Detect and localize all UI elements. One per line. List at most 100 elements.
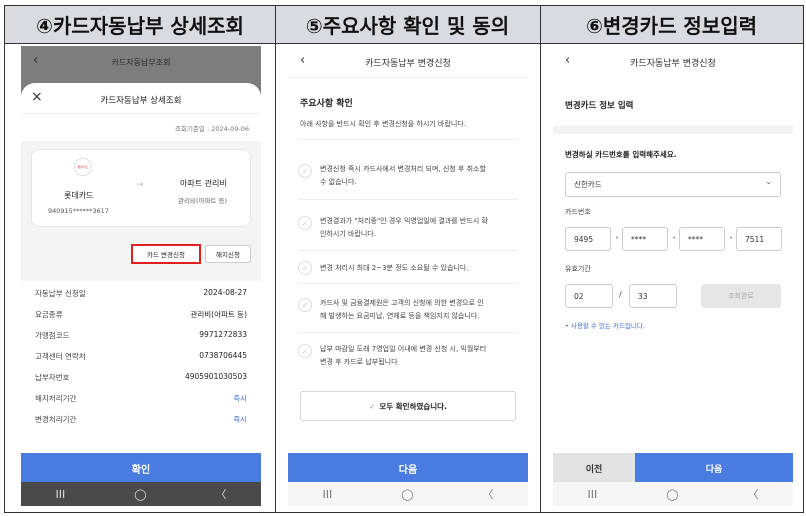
card-company-select[interactable]: 신한카드 ›: [565, 172, 781, 197]
divider: [21, 113, 261, 114]
card-number-field-3[interactable]: ****: [679, 227, 725, 251]
top-title: 카드자동납부 변경신청: [630, 58, 716, 69]
confirm-all-button[interactable]: ✓ 모두 확인하였습니다.: [300, 391, 516, 421]
back-icon[interactable]: ‹: [565, 53, 570, 68]
item-text: 변경결과가 "처리중"인 경우 익영업일에 결과를 반드시 확: [320, 217, 488, 225]
divider: [298, 250, 518, 251]
top-bar: ‹ 카드자동납부 변경신청: [553, 46, 793, 78]
item-text: 해 발생하는 요금미납, 연체료 등을 책임지지 않습니다.: [320, 312, 480, 320]
row-value: 즉시: [233, 394, 247, 403]
item-text: 카드사 및 금융결제원은 고객의 신청에 의한 변경으로 인: [320, 299, 484, 307]
phone-screen: ‹ 카드자동납부 변경신청 주요사항 확인 아래 사항을 반드시 확인 후 변경…: [288, 46, 528, 506]
section-gap: [553, 126, 793, 134]
row-value: 2024-08-27: [203, 288, 247, 297]
check-icon: ✓: [298, 164, 312, 178]
divider: [298, 139, 518, 140]
row-label: 납부자번호: [35, 373, 70, 382]
row-label: 가맹점코드: [35, 331, 70, 340]
item-text: 인하시기 바랍니다.: [320, 230, 376, 238]
sheet-title: 카드자동납부 상세조회: [100, 96, 182, 106]
back-icon[interactable]: ‹: [33, 53, 38, 68]
row-value: 0738706445: [199, 351, 247, 360]
row-label: 고객센터 연락처: [35, 352, 86, 361]
card-number: 940915******3617: [48, 207, 109, 215]
row-label: 해지처리기간: [35, 394, 77, 403]
phone-screen: ‹ 카드자동납부조회 × 카드자동납부 상세조회 조회기준일 : 2024-09…: [21, 46, 261, 506]
detail-row: 가맹점코드 9971272833: [35, 330, 247, 341]
panel-agreement: ‹ 카드자동납부 변경신청 주요사항 확인 아래 사항을 반드시 확인 후 변경…: [288, 44, 528, 506]
card-name: 롯데카드: [64, 191, 94, 200]
item-text: 변경 후 카드로 납부됩니다: [320, 358, 398, 366]
detail-row: 요금종류 관리비(아파트 등): [35, 309, 247, 320]
phone-screen: ‹ 카드자동납부 변경신청 변경카드 정보 입력 변경하실 카드번호를 입력해주…: [553, 46, 793, 506]
item-text: 변경 처리시 최대 2~3분 정도 소요될 수 있습니다.: [320, 264, 469, 272]
expiry-year-field[interactable]: 33: [629, 284, 677, 308]
panel-detail-view: ‹ 카드자동납부조회 × 카드자동납부 상세조회 조회기준일 : 2024-09…: [21, 44, 261, 506]
check-icon: ✓: [369, 401, 376, 411]
section-title: 변경카드 정보 입력: [565, 101, 634, 111]
card-number-prompt: 변경하실 카드번호를 입력해주세요.: [565, 150, 677, 159]
divider: [288, 77, 528, 78]
card-number-field-4[interactable]: 7511: [736, 227, 782, 251]
expiry-label: 유효기간: [565, 265, 591, 273]
detail-row: 변경처리기간 즉시: [35, 414, 247, 425]
detail-row: 고객센터 연락처 0738706445: [35, 351, 247, 362]
bg-title: ‹ 카드자동납부조회: [21, 46, 261, 78]
chevron-down-icon: ›: [763, 181, 774, 185]
card-number-label: 카드번호: [565, 208, 591, 216]
detail-row: 자동납부 신청일 2024-08-27: [35, 288, 247, 299]
expiry-separator: /: [619, 290, 622, 299]
card-number-field-1[interactable]: 9495: [565, 227, 611, 251]
back-icon[interactable]: ‹: [300, 53, 305, 68]
separator-dot: •: [615, 234, 620, 242]
separator-dot: •: [729, 234, 734, 242]
row-label: 변경처리기간: [35, 415, 77, 424]
card-number-field-2[interactable]: ****: [622, 227, 668, 251]
card-logo-icon: 롯데카드: [74, 158, 92, 176]
recents-icon[interactable]: III: [55, 488, 65, 501]
arrow-right-icon: →: [136, 180, 144, 190]
card-company-value: 신한카드: [574, 180, 602, 189]
row-value: 4905901030503: [184, 372, 247, 381]
home-icon[interactable]: ◯: [666, 488, 678, 501]
back-nav-icon[interactable]: 〈: [483, 486, 494, 502]
column-divider: [275, 6, 276, 512]
home-icon[interactable]: ◯: [401, 488, 413, 501]
confirm-all-label: 모두 확인하였습니다.: [379, 401, 447, 411]
row-value: 관리비(아파트 등): [190, 310, 247, 319]
detail-row: 납부자번호 4905901030503: [35, 372, 247, 383]
expiry-month-field[interactable]: 02: [565, 284, 613, 308]
divider: [298, 199, 518, 200]
header-panel-4: ④카드자동납부 상세조회: [5, 6, 275, 44]
next-button[interactable]: 다음: [635, 453, 793, 483]
card-summary: 롯데카드 롯데카드 940915******3617 → 아파트 관리비 관리비…: [31, 149, 251, 227]
target-sub: 관리비(아파트 등): [178, 197, 227, 205]
check-icon: ✓: [298, 298, 312, 312]
cancel-request-button[interactable]: 해지신청: [205, 245, 251, 263]
top-bar: ‹ 카드자동납부 변경신청: [288, 46, 528, 78]
target-name: 아파트 관리비: [180, 179, 227, 188]
row-label: 요금종류: [35, 310, 63, 319]
home-icon[interactable]: ◯: [134, 488, 146, 501]
separator-dot: •: [672, 234, 677, 242]
bg-title-text: 카드자동납부조회: [111, 57, 171, 67]
check-icon: ✓: [298, 344, 312, 358]
item-text: 수 없습니다.: [320, 178, 357, 186]
usable-card-note: • 사용할 수 있는 카드입니다.: [565, 322, 645, 330]
confirm-button[interactable]: 확인: [21, 453, 261, 483]
header-panel-5: ⑤주요사항 확인 및 동의: [275, 6, 540, 44]
check-icon: ✓: [298, 261, 312, 275]
back-nav-icon[interactable]: 〈: [748, 486, 759, 502]
recents-icon[interactable]: III: [587, 488, 597, 501]
lookup-complete-button[interactable]: 조회완료: [701, 284, 781, 308]
next-button[interactable]: 다음: [288, 453, 528, 483]
prev-button[interactable]: 이전: [553, 453, 635, 483]
row-value: 9971272833: [199, 330, 247, 339]
column-divider: [540, 6, 541, 512]
recents-icon[interactable]: III: [322, 488, 332, 501]
header-panel-6: ⑥변경카드 정보입력: [540, 6, 803, 44]
back-nav-icon[interactable]: 〈: [216, 486, 227, 502]
system-nav-bar: III ◯ 〈: [21, 482, 261, 506]
system-nav-bar: III ◯ 〈: [553, 482, 793, 506]
card-change-button[interactable]: 카드 변경신청: [131, 244, 201, 264]
